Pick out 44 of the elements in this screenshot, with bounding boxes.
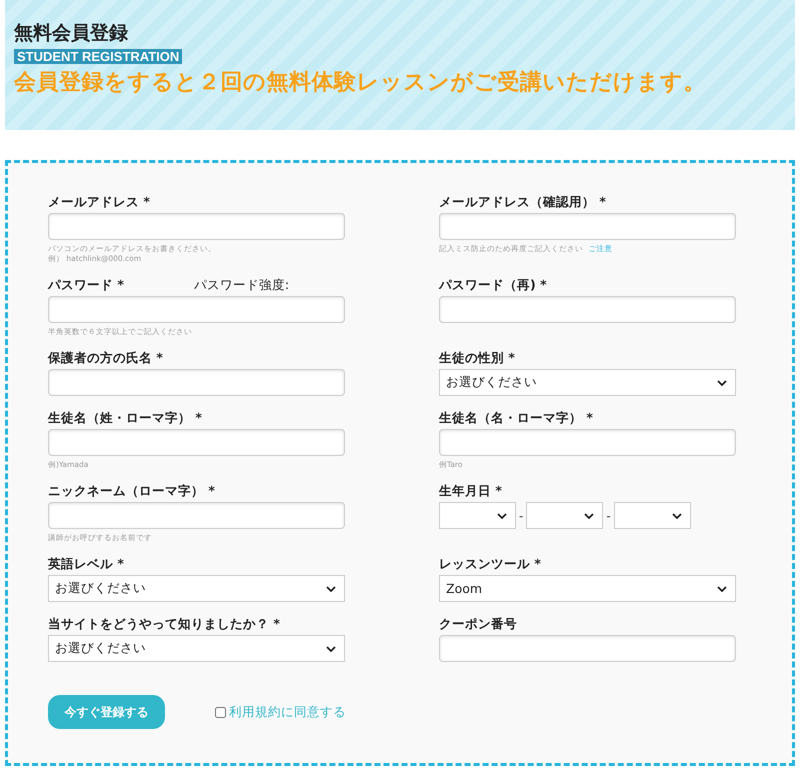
field-label: ニックネーム（ローマ字） * — [48, 482, 215, 500]
chevron-icon — [717, 380, 727, 386]
select-field[interactable]: お選びください — [48, 635, 345, 662]
field-label: レッスンツール * — [439, 556, 541, 572]
field-label: パスワード（再) * — [439, 276, 547, 294]
field-label: パスワード * — [48, 276, 124, 294]
field-label: メールアドレス * — [48, 194, 150, 210]
page-title: 無料会員登録 — [14, 21, 129, 46]
field-label: 生徒の性別 * — [439, 350, 515, 366]
agree-checkbox[interactable] — [215, 706, 226, 718]
date-separator: - — [519, 508, 524, 522]
tagline: 会員登録をすると２回の無料体験レッスンがご受講いただけます。 — [14, 69, 707, 97]
text-field[interactable] — [439, 213, 736, 240]
field-label: 生徒名（名・ローマ字） * — [439, 410, 593, 426]
field-label: 英語レベル * — [48, 556, 124, 572]
field-label: 生年月日 * — [439, 482, 502, 500]
field-label: 当サイトをどうやって知りましたか？ * — [48, 616, 280, 632]
text-field[interactable] — [48, 502, 345, 529]
chevron-icon — [672, 512, 682, 518]
date-separator: - — [606, 508, 611, 522]
field-label: 保護者の方の氏名 * — [48, 350, 163, 366]
field-label: メールアドレス（確認用） * — [439, 194, 606, 210]
select-field[interactable] — [614, 502, 691, 529]
strength-label: パスワード強度: — [194, 276, 290, 294]
text-field[interactable] — [48, 296, 345, 323]
select-field[interactable]: お選びください — [48, 575, 345, 602]
chevron-icon — [326, 646, 336, 652]
chevron-icon — [717, 586, 727, 592]
select-field[interactable] — [526, 502, 604, 529]
field-label: 生徒名（姓・ローマ字） * — [48, 410, 202, 426]
text-field[interactable] — [439, 635, 736, 662]
select-field[interactable]: お選びください — [439, 369, 736, 396]
text-field[interactable] — [48, 213, 345, 240]
text-field[interactable] — [48, 429, 345, 456]
field-label: クーポン番号 — [439, 616, 517, 632]
select-field[interactable] — [439, 502, 516, 529]
subtitle: STUDENT REGISTRATION — [14, 49, 182, 64]
chevron-icon — [497, 512, 507, 518]
chevron-icon — [326, 586, 336, 592]
select-field[interactable]: Zoom — [439, 575, 736, 602]
text-field[interactable] — [439, 296, 736, 323]
text-field[interactable] — [48, 369, 345, 396]
chevron-icon — [584, 512, 594, 518]
text-field[interactable] — [439, 429, 736, 456]
